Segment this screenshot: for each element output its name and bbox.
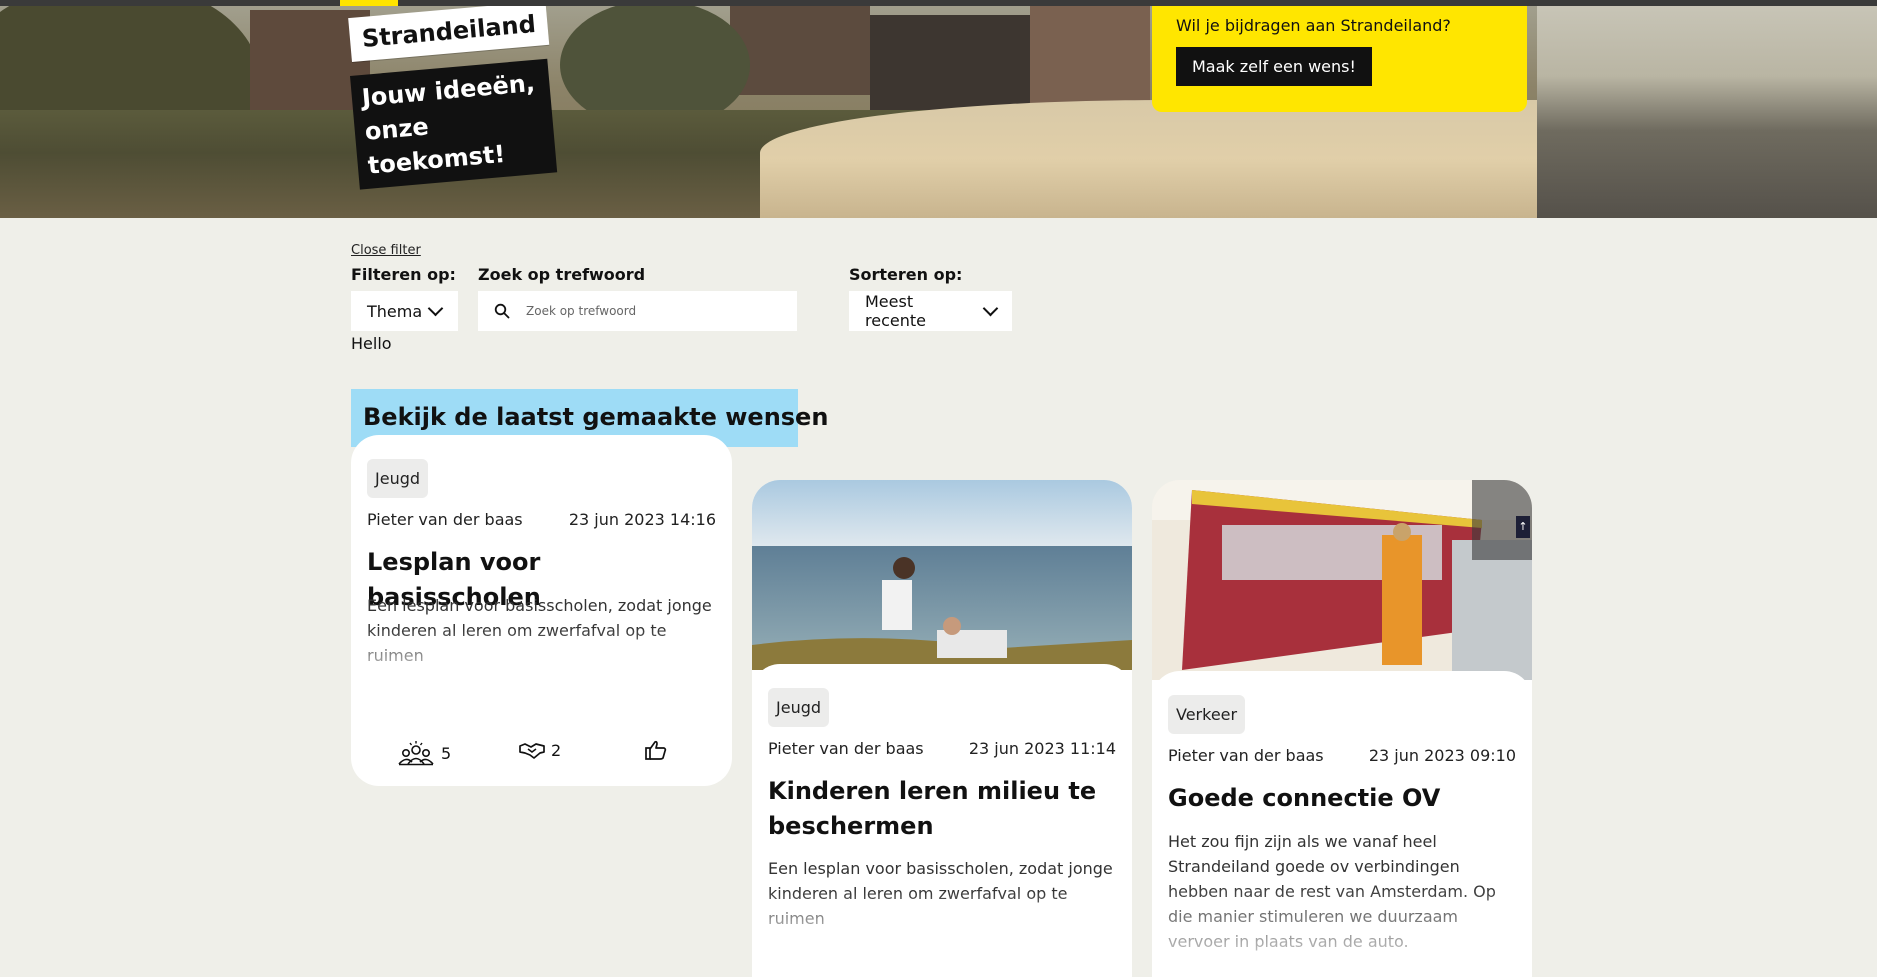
- beach-children-image: [752, 480, 1132, 670]
- hero-sea: [1537, 0, 1877, 218]
- chevron-down-icon: [982, 300, 999, 316]
- scroll-top-button[interactable]: ↑: [1516, 516, 1530, 538]
- card-title[interactable]: Kinderen leren milieu te beschermen: [768, 774, 1116, 844]
- card-author: Pieter van der baas: [367, 510, 523, 529]
- cta-panel: Wil je bijdragen aan Strandeiland? Maak …: [1152, 6, 1527, 112]
- brand-logo[interactable]: Strandeiland Jouw ideeën, onze toekomst!: [348, 0, 558, 190]
- category-tag[interactable]: Jeugd: [367, 459, 429, 498]
- card-stats: 5 2: [351, 740, 732, 770]
- like-button[interactable]: [645, 740, 673, 760]
- make-wish-button[interactable]: Maak zelf een wens!: [1176, 47, 1372, 86]
- search-box[interactable]: [478, 291, 797, 331]
- theme-select[interactable]: Thema: [351, 291, 458, 331]
- sort-label: Sorteren op:: [849, 265, 963, 284]
- supporters-count: 5: [441, 743, 452, 763]
- card-date: 23 jun 2023 09:10: [1368, 746, 1516, 765]
- card-description: Een lesplan voor basisscholen, zodat jon…: [768, 859, 1113, 928]
- card-author: Pieter van der baas: [768, 739, 924, 758]
- hero-building: [730, 0, 870, 95]
- card-meta: Pieter van der baas 23 jun 2023 14:16: [367, 510, 716, 529]
- top-bar-accent: [340, 0, 398, 6]
- hero-banner: [0, 0, 1877, 218]
- supporters-stat[interactable]: 5: [397, 740, 451, 766]
- sort-select-value: Meest recente: [865, 292, 926, 330]
- wish-card[interactable]: Verkeer Pieter van der baas 23 jun 2023 …: [1152, 480, 1532, 977]
- card-photo-train: [1152, 480, 1532, 680]
- category-tag[interactable]: Jeugd: [768, 688, 830, 727]
- card-date: 23 jun 2023 14:16: [568, 510, 716, 529]
- close-filter-link[interactable]: Close filter: [351, 243, 421, 258]
- hero-building: [1030, 5, 1150, 105]
- handshake-icon: [519, 743, 545, 759]
- chevron-down-icon: [427, 300, 444, 316]
- card-title[interactable]: Goede connectie OV: [1168, 781, 1516, 816]
- collaborators-count: 2: [551, 740, 562, 760]
- search-icon: [494, 303, 510, 319]
- top-bar: [0, 0, 1877, 6]
- card-meta: Pieter van der baas 23 jun 2023 11:14: [768, 739, 1116, 758]
- hero-building: [870, 15, 1030, 110]
- filter-label: Filteren op:: [351, 265, 456, 284]
- card-body: Verkeer Pieter van der baas 23 jun 2023 …: [1152, 671, 1532, 977]
- search-label: Zoek op trefwoord: [478, 265, 646, 284]
- sort-select[interactable]: Meest recente: [849, 291, 1012, 331]
- card-author: Pieter van der baas: [1168, 746, 1324, 765]
- brand-slogan: Jouw ideeën, onze toekomst!: [350, 58, 558, 190]
- search-input[interactable]: [524, 303, 768, 319]
- people-icon: [398, 741, 434, 766]
- arrow-up-icon: ↑: [1518, 520, 1528, 533]
- card-body: Jeugd Pieter van der baas 23 jun 2023 11…: [752, 664, 1132, 977]
- wish-card[interactable]: Jeugd Pieter van der baas 23 jun 2023 14…: [351, 435, 732, 786]
- card-description: Het zou fijn zijn als we vanaf heel Stra…: [1168, 832, 1496, 951]
- thumbs-up-icon: [645, 740, 667, 760]
- hero-beach: [760, 100, 1660, 218]
- wish-card[interactable]: Jeugd Pieter van der baas 23 jun 2023 11…: [752, 480, 1132, 977]
- card-meta: Pieter van der baas 23 jun 2023 09:10: [1168, 746, 1516, 765]
- hello-text: Hello: [351, 334, 392, 353]
- card-description: Een lesplan voor basisscholen, zodat jon…: [367, 596, 712, 665]
- card-photo-beach: [752, 480, 1132, 670]
- card-date: 23 jun 2023 11:14: [968, 739, 1116, 758]
- cta-question: Wil je bijdragen aan Strandeiland?: [1176, 16, 1451, 35]
- theme-select-value: Thema: [367, 301, 423, 321]
- train-station-image: [1152, 480, 1532, 680]
- collaborators-stat[interactable]: 2: [519, 740, 561, 760]
- category-tag[interactable]: Verkeer: [1168, 695, 1246, 734]
